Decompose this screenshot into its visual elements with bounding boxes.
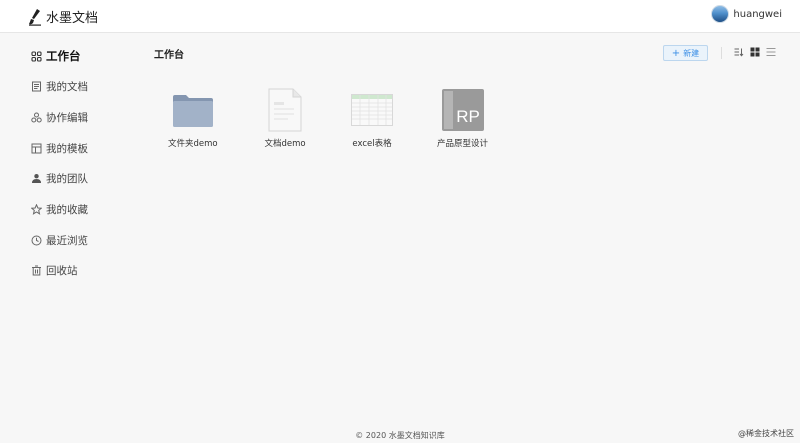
file-item-document[interactable]: 文档demo	[263, 88, 307, 149]
file-name: 文件夹demo	[168, 139, 218, 149]
username: huangwei	[733, 8, 782, 20]
sort-icon[interactable]	[734, 47, 744, 57]
list-view-icon[interactable]	[766, 47, 776, 57]
grid-icon	[31, 50, 42, 62]
file-name: excel表格	[352, 139, 392, 149]
sidebar-item-team[interactable]: 我的团队	[31, 170, 88, 186]
trash-icon	[32, 265, 41, 275]
collaborate-icon	[31, 112, 42, 122]
sidebar: 工作台 我的文档 协作编辑 我的模板 我的团队 我的收藏 最近浏览 回收站	[0, 34, 140, 414]
app-name: 水墨文档	[46, 11, 99, 26]
sidebar-item-templates[interactable]: 我的模板	[31, 140, 88, 156]
watermark: @稀金技术社区	[738, 429, 794, 438]
grid-view-icon[interactable]	[750, 47, 760, 57]
file-name: 产品原型设计	[437, 139, 489, 149]
avatar[interactable]	[711, 5, 730, 23]
sidebar-item-label: 我的模板	[46, 142, 88, 155]
top-header: 水墨文档 huangwei	[0, 0, 800, 33]
sidebar-item-my-docs[interactable]: 我的文档	[31, 78, 88, 94]
file-name: 文档demo	[264, 139, 306, 149]
folder-icon	[172, 95, 213, 127]
file-item-spreadsheet[interactable]: excel表格	[350, 88, 394, 149]
clock-icon	[31, 235, 42, 245]
star-icon	[31, 203, 42, 215]
toolbar-divider	[721, 47, 722, 59]
team-icon	[32, 173, 41, 183]
sidebar-item-workbench[interactable]: 工作台	[31, 48, 81, 64]
svg-text:RP: RP	[456, 107, 480, 126]
app-logo[interactable]: 水墨文档	[28, 7, 98, 26]
ink-brush-logo-icon	[29, 8, 41, 26]
sidebar-item-trash[interactable]: 回收站	[31, 262, 78, 278]
sidebar-item-label: 工作台	[46, 49, 81, 63]
sidebar-item-label: 我的团队	[46, 172, 88, 185]
footer-copyright: © 2020 水墨文档知识库	[355, 431, 445, 440]
sidebar-item-recent[interactable]: 最近浏览	[31, 232, 88, 248]
sidebar-item-label: 我的文档	[46, 80, 88, 93]
template-icon	[31, 143, 42, 153]
sidebar-item-label: 回收站	[46, 264, 78, 277]
rp-file-icon: RP	[441, 89, 484, 131]
user-menu[interactable]: huangwei	[711, 5, 782, 23]
sidebar-item-collaborate[interactable]: 协作编辑	[31, 109, 88, 125]
plus-icon: +	[671, 47, 681, 59]
sheet-file-icon	[351, 94, 393, 126]
sidebar-item-label: 最近浏览	[46, 234, 88, 247]
document-icon	[32, 81, 41, 91]
sidebar-item-favorites[interactable]: 我的收藏	[31, 201, 88, 217]
file-item-prototype[interactable]: RP 产品原型设计	[437, 88, 488, 149]
new-button-label: 新建	[683, 48, 700, 58]
sidebar-item-label: 我的收藏	[46, 203, 88, 216]
new-button[interactable]: + 新建	[663, 45, 708, 61]
doc-file-icon	[268, 88, 302, 132]
file-item-folder[interactable]: 文件夹demo	[168, 88, 218, 149]
page-title: 工作台	[154, 50, 184, 61]
sidebar-item-label: 协作编辑	[46, 111, 88, 124]
